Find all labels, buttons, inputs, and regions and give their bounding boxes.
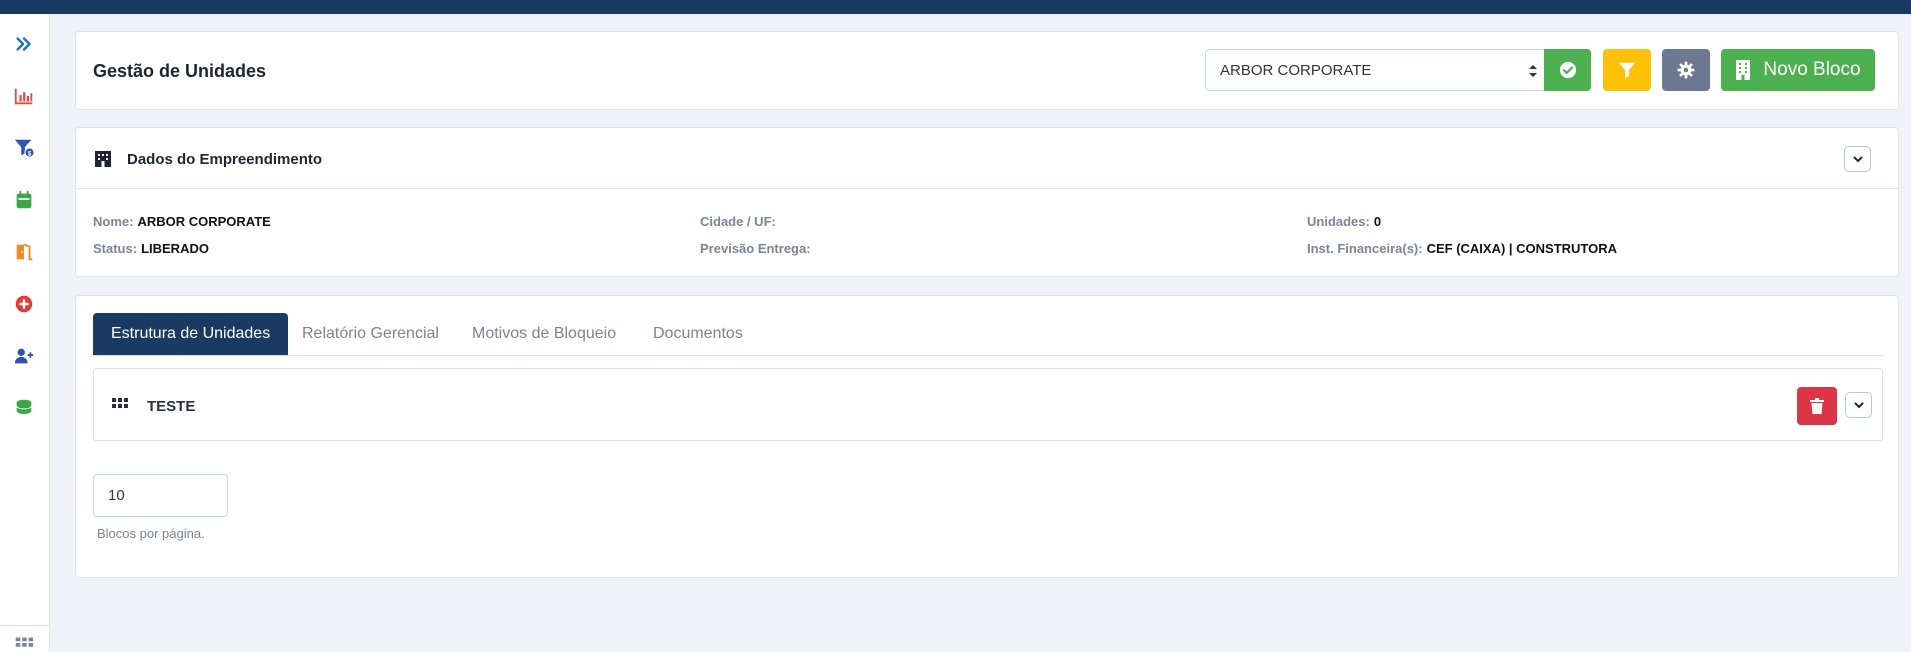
- unidades-card: Estrutura de Unidades Relatório Gerencia…: [75, 295, 1899, 578]
- inst-financeira-value: CEF (CAIXA) | CONSTRUTORA: [1426, 241, 1618, 256]
- settings-button[interactable]: [1662, 49, 1710, 91]
- inst-financeira-label: Inst. Financeira(s):: [1307, 241, 1423, 256]
- block-row[interactable]: TESTE: [93, 368, 1883, 441]
- collapse-block-button[interactable]: [1845, 392, 1872, 418]
- block-name: TESTE: [147, 398, 196, 415]
- coins-stack-icon[interactable]: [10, 394, 38, 422]
- cidade-field: Cidade / UF:: [700, 214, 780, 229]
- confirm-button[interactable]: [1544, 49, 1591, 91]
- inst-financeira-field: Inst. Financeira(s): CEF (CAIXA) | CONSTR…: [1307, 241, 1617, 256]
- nome-value: ARBOR CORPORATE: [137, 214, 271, 229]
- tab-documentos[interactable]: Documentos: [653, 313, 743, 355]
- unidades-value: 0: [1373, 214, 1382, 229]
- sidebar-divider: [0, 625, 50, 626]
- bar-chart-icon[interactable]: [10, 82, 38, 110]
- building-icon: [1736, 60, 1751, 80]
- user-plus-icon[interactable]: [10, 342, 38, 370]
- previsao-label: Previsão Entrega:: [700, 241, 811, 256]
- new-block-label: Novo Bloco: [1763, 59, 1861, 80]
- funnel-dollar-icon[interactable]: $: [10, 134, 38, 162]
- door-open-icon[interactable]: [10, 238, 38, 266]
- nome-field: Nome: ARBOR CORPORATE: [93, 214, 271, 229]
- status-value: LIBERADO: [141, 241, 209, 256]
- chevron-down-icon: [1854, 402, 1863, 409]
- delete-block-button[interactable]: [1797, 387, 1837, 425]
- previsao-field: Previsão Entrega:: [700, 241, 815, 256]
- unidades-field: Unidades: 0: [1307, 214, 1381, 229]
- nome-label: Nome:: [93, 214, 134, 229]
- unidades-label: Unidades:: [1307, 214, 1370, 229]
- empreendimento-select[interactable]: ARBOR CORPORATE: [1205, 49, 1549, 91]
- grid-icon: [112, 398, 128, 408]
- per-page-input[interactable]: 10: [93, 474, 228, 517]
- tab-relatorio-gerencial[interactable]: Relatório Gerencial: [302, 313, 439, 355]
- tab-divider: [93, 355, 1883, 356]
- page-title: Gestão de Unidades: [93, 61, 267, 81]
- new-block-button[interactable]: Novo Bloco: [1721, 49, 1875, 91]
- dados-empreendimento-card: Dados do Empreendimento Nome: ARBOR CORPO…: [75, 127, 1899, 277]
- building-icon: [95, 151, 111, 167]
- tab-estrutura-unidades[interactable]: Estrutura de Unidades: [93, 313, 289, 355]
- sidebar: $: [0, 14, 50, 652]
- dados-title: Dados do Empreendimento: [127, 151, 323, 168]
- grid-icon[interactable]: [10, 630, 38, 652]
- filter-button[interactable]: [1603, 49, 1651, 91]
- svg-text:$: $: [28, 150, 32, 157]
- select-value: ARBOR CORPORATE: [1220, 62, 1372, 79]
- tab-motivos-bloqueio[interactable]: Motivos de Bloqueio: [472, 313, 616, 355]
- double-chevron-right-icon[interactable]: [10, 30, 38, 58]
- check-circle-icon: [1559, 61, 1576, 79]
- status-label: Status:: [93, 241, 138, 256]
- per-page-help-text: Blocos por página.: [97, 526, 205, 541]
- gear-icon: [1677, 61, 1695, 79]
- trash-icon: [1810, 398, 1824, 414]
- chevron-down-icon: [1853, 156, 1862, 163]
- collapse-dados-button[interactable]: [1844, 146, 1871, 172]
- select-arrows-icon: [1529, 65, 1537, 77]
- calendar-icon[interactable]: [10, 186, 38, 214]
- status-field: Status: LIBERADO: [93, 241, 209, 256]
- page-header-card: Gestão de Unidades ARBOR CORPORATE Novo …: [75, 31, 1899, 110]
- dados-header: Dados do Empreendimento: [76, 128, 1898, 189]
- filter-icon: [1618, 62, 1636, 79]
- per-page-value: 10: [108, 487, 125, 504]
- top-bar: [0, 0, 1911, 14]
- cidade-label: Cidade / UF:: [700, 214, 776, 229]
- plus-circle-icon[interactable]: [10, 290, 38, 318]
